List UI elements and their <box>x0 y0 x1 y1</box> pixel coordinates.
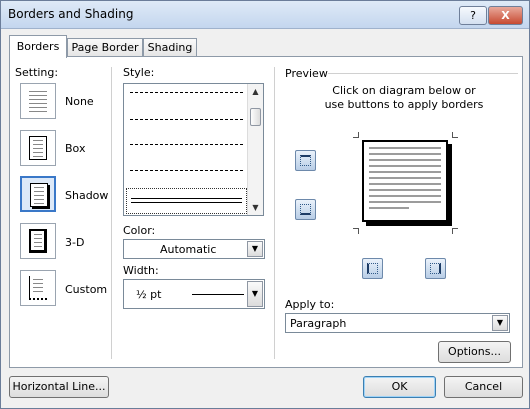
setting-label: Setting: <box>15 66 59 79</box>
setting-none-label: None <box>65 95 94 108</box>
setting-box-icon <box>29 136 47 160</box>
corner-tick <box>452 228 453 234</box>
width-label: Width: <box>123 264 159 277</box>
top-border-button[interactable] <box>295 150 316 171</box>
chevron-down-icon[interactable]: ▼ <box>492 315 508 331</box>
setting-custom-button[interactable] <box>20 270 56 306</box>
dialog-title: Borders and Shading <box>8 7 134 21</box>
setting-box-label: Box <box>65 142 86 155</box>
setting-custom-icon <box>29 276 47 300</box>
color-dropdown[interactable]: Automatic ▼ <box>123 239 265 259</box>
setting-3d-button[interactable] <box>20 223 56 259</box>
width-value: ½ pt <box>136 288 162 301</box>
borders-and-shading-dialog: Borders and Shading ? X Borders Page Bor… <box>0 0 530 409</box>
help-button[interactable]: ? <box>459 6 487 25</box>
chevron-down-icon[interactable]: ▼ <box>247 241 263 257</box>
setting-shadow-icon <box>30 183 48 207</box>
style-listbox[interactable]: ▲ ▼ <box>123 83 264 216</box>
border-left-icon <box>367 263 378 274</box>
style-option-dash-dot[interactable] <box>130 144 243 156</box>
close-button[interactable]: X <box>488 6 523 25</box>
title-bar: Borders and Shading ? X <box>1 1 529 29</box>
style-scrollbar[interactable]: ▲ ▼ <box>247 84 263 215</box>
setting-box-button[interactable] <box>20 130 56 166</box>
tab-page-border[interactable]: Page Border <box>67 38 143 57</box>
setting-none-button[interactable] <box>20 83 56 119</box>
style-option-fine-dash[interactable] <box>130 92 243 104</box>
cancel-button[interactable]: Cancel <box>444 376 523 398</box>
separator-right <box>274 67 275 359</box>
corner-tick <box>358 132 359 138</box>
color-value: Automatic <box>160 243 217 256</box>
corner-tick <box>358 228 359 234</box>
border-bottom-icon <box>300 204 311 215</box>
chevron-down-icon[interactable]: ▼ <box>247 281 263 307</box>
border-right-icon <box>430 263 441 274</box>
scroll-down-icon[interactable]: ▼ <box>248 200 263 215</box>
width-dropdown[interactable]: ½ pt ▼ <box>123 279 265 309</box>
style-option-double-selected[interactable] <box>126 188 247 214</box>
apply-to-dropdown[interactable]: Paragraph ▼ <box>285 313 510 333</box>
setting-3d-icon <box>29 229 47 253</box>
style-label: Style: <box>123 66 155 79</box>
tab-borders[interactable]: Borders <box>9 35 67 58</box>
ok-button[interactable]: OK <box>363 376 436 398</box>
left-border-button[interactable] <box>362 258 383 279</box>
right-border-button[interactable] <box>425 258 446 279</box>
width-line-sample <box>192 294 244 295</box>
separator-left <box>111 67 112 359</box>
apply-to-value: Paragraph <box>290 317 347 330</box>
setting-none-icon <box>29 89 47 113</box>
color-label: Color: <box>123 224 156 237</box>
apply-to-label: Apply to: <box>285 298 335 311</box>
scroll-up-icon[interactable]: ▲ <box>248 84 263 99</box>
corner-tick <box>452 132 453 138</box>
preview-divider <box>328 73 518 74</box>
preview-diagram[interactable] <box>362 140 448 222</box>
bottom-border-button[interactable] <box>295 199 316 220</box>
setting-custom-label: Custom <box>65 283 108 296</box>
preview-label: Preview <box>285 67 328 80</box>
borders-tab-panel: Setting: None Box Shadow 3-D Custom Styl… <box>9 56 523 368</box>
style-option-dash[interactable] <box>130 119 243 131</box>
scroll-thumb[interactable] <box>250 108 261 126</box>
setting-3d-label: 3-D <box>65 236 85 249</box>
preview-instructions: Click on diagram below or use buttons to… <box>324 84 484 111</box>
options-button[interactable]: Options... <box>438 341 511 363</box>
preview-group: Preview Click on diagram below or use bu… <box>276 67 519 363</box>
setting-shadow-button[interactable] <box>20 176 56 212</box>
border-top-icon <box>300 155 311 166</box>
tab-shading[interactable]: Shading <box>143 38 197 57</box>
style-option-dash-dot-dot[interactable] <box>130 170 243 182</box>
setting-shadow-label: Shadow <box>65 189 109 202</box>
horizontal-line-button[interactable]: Horizontal Line... <box>9 376 109 398</box>
